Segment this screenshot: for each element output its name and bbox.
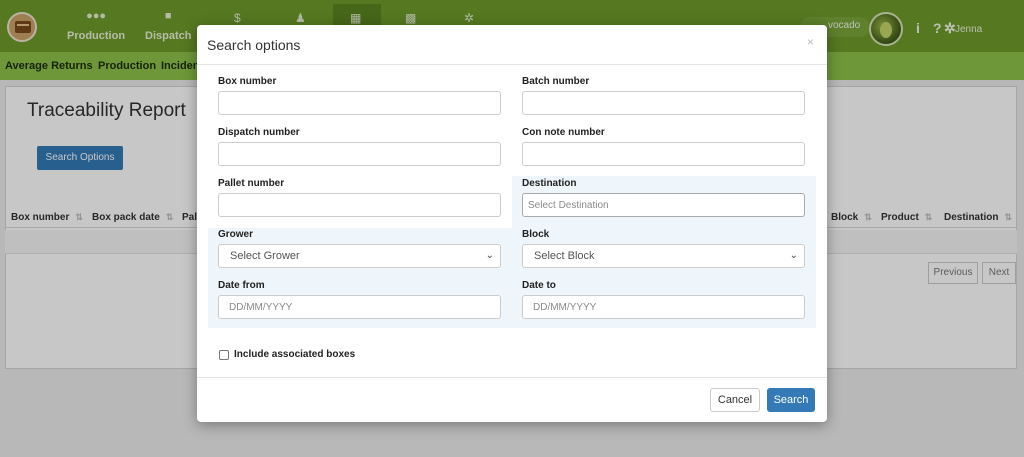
chevron-down-icon: ⌄ — [789, 250, 798, 261]
block-select-value: Select Block — [534, 250, 595, 262]
cancel-button[interactable]: Cancel — [710, 388, 760, 412]
include-associated-label: Include associated boxes — [234, 349, 356, 360]
destination-input[interactable] — [522, 193, 805, 217]
date-from-label: Date from — [218, 280, 265, 291]
chevron-down-icon: ⌄ — [485, 250, 494, 261]
box-number-input[interactable] — [218, 91, 501, 115]
grower-label: Grower — [218, 229, 254, 240]
block-select[interactable]: Select Block ⌄ — [522, 244, 805, 268]
close-icon[interactable]: × — [807, 35, 814, 49]
search-button[interactable]: Search — [767, 388, 815, 412]
dispatch-number-input[interactable] — [218, 142, 501, 166]
batch-number-input[interactable] — [522, 91, 805, 115]
modal-header: Search options × — [197, 25, 827, 65]
block-label: Block — [522, 229, 550, 240]
batch-number-label: Batch number — [522, 76, 590, 87]
dispatch-number-label: Dispatch number — [218, 127, 300, 138]
destination-label: Destination — [522, 178, 577, 189]
date-to-input[interactable] — [522, 295, 805, 319]
pallet-number-label: Pallet number — [218, 178, 285, 189]
con-note-number-label: Con note number — [522, 127, 605, 138]
include-associated-checkbox[interactable] — [219, 350, 229, 360]
con-note-number-input[interactable] — [522, 142, 805, 166]
pallet-number-input[interactable] — [218, 193, 501, 217]
date-from-input[interactable] — [218, 295, 501, 319]
modal-footer-divider — [197, 377, 827, 378]
date-to-label: Date to — [522, 280, 556, 291]
modal-title: Search options — [207, 37, 301, 53]
box-number-label: Box number — [218, 76, 277, 87]
grower-select[interactable]: Select Grower ⌄ — [218, 244, 501, 268]
grower-select-value: Select Grower — [230, 250, 300, 262]
